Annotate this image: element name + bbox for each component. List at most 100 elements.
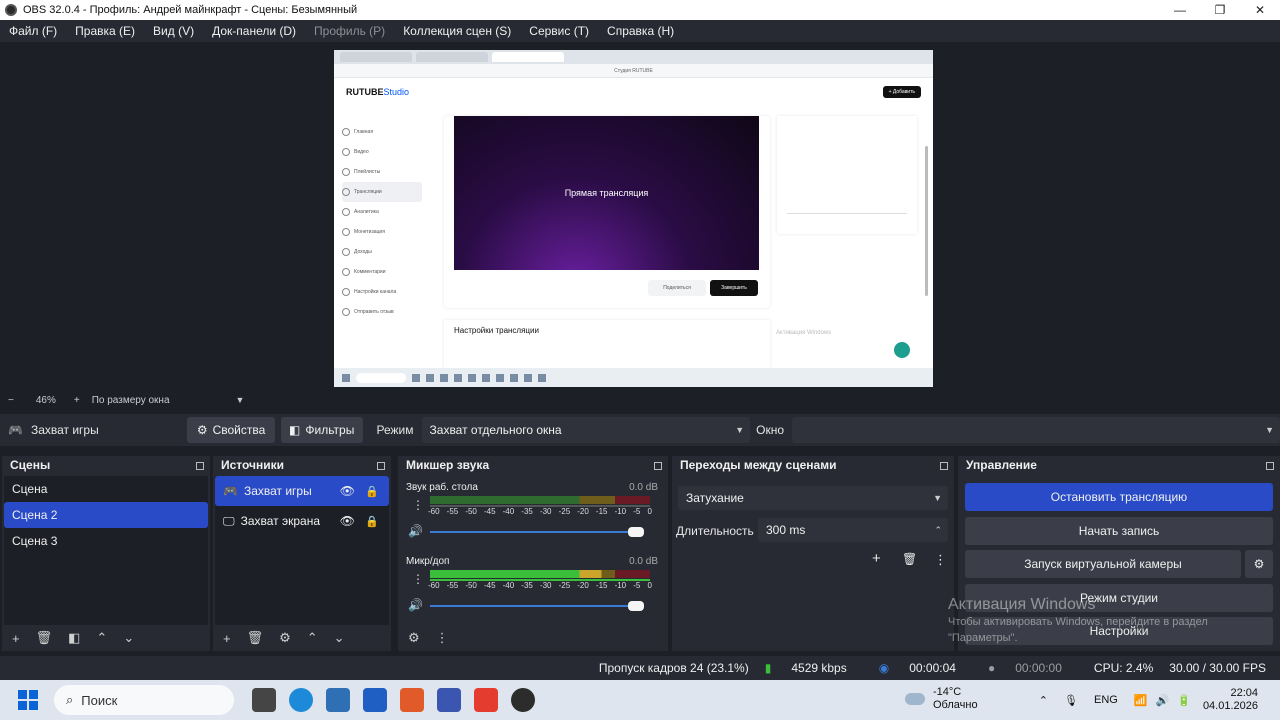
filter-icon: ◧: [289, 423, 301, 437]
zoom-dropdown-icon[interactable]: ▼: [236, 395, 245, 405]
chevron-up-icon[interactable]: ⌃: [1039, 694, 1048, 707]
stream-time: ◉ 00:00:04: [878, 661, 956, 675]
menu-help[interactable]: Справка (H): [598, 24, 683, 38]
battery-icon[interactable]: 🔋: [1177, 694, 1191, 707]
undock-icon[interactable]: [1266, 462, 1274, 470]
kebab-menu-icon[interactable]: ⋮: [934, 552, 947, 568]
speaker-icon[interactable]: 🔊: [408, 598, 423, 612]
chevron-down-icon[interactable]: ⌄: [334, 630, 345, 646]
volume-icon[interactable]: 🔊: [1156, 694, 1170, 707]
undock-icon[interactable]: [377, 462, 385, 470]
sources-title: Источники: [213, 456, 391, 474]
gear-icon[interactable]: ⚙: [279, 630, 291, 646]
language-indicator[interactable]: ENG: [1094, 694, 1118, 706]
trash-icon[interactable]: 🗑: [36, 630, 53, 646]
start-record-button[interactable]: Начать запись: [965, 517, 1273, 545]
speaker-icon[interactable]: 🔊: [408, 524, 423, 538]
wifi-icon[interactable]: 📶: [1134, 694, 1148, 707]
preview-area: Студия RUTUBE RUTUBEStudio + Добавить Гл…: [0, 42, 1280, 392]
volume-slider[interactable]: [430, 601, 644, 611]
stepper-icon[interactable]: ⌃: [934, 525, 942, 536]
filters-button[interactable]: ◧ Фильтры: [280, 417, 363, 443]
window-select[interactable]: ▼: [792, 417, 1280, 443]
kebab-menu-icon[interactable]: ⋮: [412, 572, 424, 586]
undock-icon[interactable]: [654, 462, 662, 470]
preview-sidebar-item: Комментарии: [342, 262, 422, 282]
kebab-menu-icon[interactable]: ⋮: [412, 498, 424, 512]
eye-icon[interactable]: 👁: [340, 514, 355, 528]
app-icon[interactable]: [363, 688, 387, 712]
window-title: OBS 32.0.4 - Профиль: Андрей майнкрафт -…: [23, 4, 358, 16]
scene-item[interactable]: Сцена 2: [4, 502, 208, 528]
volume-slider-handle[interactable]: [628, 601, 644, 611]
preview-help-icon: [894, 342, 910, 358]
zoom-in-button[interactable]: +: [74, 395, 80, 406]
meter-scale: -60 -55 -50 -45 -40 -35 -30 -25 -20 -15 -10 -5 0: [428, 507, 652, 516]
filter-icon[interactable]: ◧: [68, 630, 80, 646]
undock-icon[interactable]: [196, 462, 204, 470]
chevron-down-icon[interactable]: ⌄: [123, 630, 134, 646]
source-item[interactable]: 🎮 Захват игры 👁 🔒: [215, 476, 389, 506]
preview-sidebar-item: Трансляции: [342, 182, 422, 202]
properties-button[interactable]: ⚙ Свойства: [187, 417, 275, 443]
add-icon[interactable]: +: [12, 631, 20, 646]
add-icon[interactable]: +: [872, 550, 881, 567]
taskbar-search[interactable]: ⌕ Поиск: [54, 685, 234, 715]
source-item[interactable]: 🖵 Захват экрана 👁 🔒: [215, 506, 389, 536]
menu-file[interactable]: Файл (F): [0, 24, 66, 38]
add-icon[interactable]: +: [223, 631, 231, 646]
scene-item[interactable]: Сцена 3: [4, 528, 208, 554]
stop-stream-button[interactable]: Остановить трансляцию: [965, 483, 1273, 511]
store-icon[interactable]: [326, 688, 350, 712]
undock-icon[interactable]: [940, 462, 948, 470]
edge-browser-icon[interactable]: [289, 688, 313, 712]
sources-list: 🎮 Захват игры 👁 🔒 🖵 Захват экрана 👁 🔒: [215, 476, 389, 625]
chevron-up-icon[interactable]: ⌃: [307, 630, 318, 646]
duration-input[interactable]: 300 ms ⌃: [758, 518, 948, 542]
lock-icon[interactable]: 🔒: [365, 515, 379, 528]
source-item-label: Захват экрана: [240, 514, 321, 528]
menu-view[interactable]: Вид (V): [144, 24, 203, 38]
eye-icon[interactable]: 👁: [340, 484, 355, 498]
maximize-button[interactable]: ❐: [1200, 0, 1240, 20]
system-tray: ⌃ 🎙 ENG 📶 🔊 🔋 22:04 04.01.2026: [1039, 680, 1280, 720]
volume-slider[interactable]: [430, 527, 644, 537]
volume-slider-handle[interactable]: [628, 527, 644, 537]
menu-docks[interactable]: Док-панели (D): [203, 24, 305, 38]
clock-time: 22:04: [1230, 687, 1258, 699]
zoom-mode[interactable]: По размеру окна: [92, 395, 170, 406]
transition-select[interactable]: Затухание ▼: [678, 486, 948, 510]
microphone-icon[interactable]: 🎙: [1064, 694, 1078, 707]
trash-icon[interactable]: 🗑: [247, 630, 264, 646]
app-icon[interactable]: [437, 688, 461, 712]
close-button[interactable]: ✕: [1240, 0, 1280, 20]
preview-canvas[interactable]: Студия RUTUBE RUTUBEStudio + Добавить Гл…: [334, 50, 933, 387]
gear-icon[interactable]: ⚙: [408, 630, 420, 646]
yandex-browser-icon[interactable]: [474, 688, 498, 712]
virtual-camera-settings-button[interactable]: ⚙: [1245, 550, 1273, 578]
menu-tools[interactable]: Сервис (T): [520, 24, 598, 38]
mode-select[interactable]: Захват отдельного окна ▼: [421, 417, 751, 443]
windows-start-icon[interactable]: [18, 690, 38, 710]
preview-add-button: + Добавить: [882, 86, 921, 98]
virtual-camera-button[interactable]: Запуск виртуальной камеры: [965, 550, 1241, 578]
volume-meter: [430, 496, 650, 504]
obs-taskbar-icon[interactable]: [511, 688, 535, 712]
trash-icon[interactable]: 🗑: [902, 552, 917, 566]
minimize-button[interactable]: —: [1160, 0, 1200, 20]
chevron-up-icon[interactable]: ⌃: [96, 630, 107, 646]
file-explorer-icon[interactable]: [252, 688, 276, 712]
clock[interactable]: 22:04 04.01.2026: [1203, 687, 1258, 713]
lock-icon[interactable]: 🔒: [365, 485, 379, 498]
zoom-out-button[interactable]: −: [8, 395, 14, 406]
preview-chat-input: [787, 204, 907, 214]
menu-profile[interactable]: Профиль (P): [305, 24, 394, 38]
kebab-menu-icon[interactable]: ⋮: [436, 630, 449, 646]
weather-widget[interactable]: -14°C Облачно: [905, 686, 978, 712]
menu-bar: Файл (F) Правка (E) Вид (V) Док-панели (…: [0, 20, 1280, 42]
scene-item[interactable]: Сцена: [4, 476, 208, 502]
app-icon[interactable]: [400, 688, 424, 712]
preview-video-player: Прямая трансляция: [454, 116, 759, 270]
menu-scene-collection[interactable]: Коллекция сцен (S): [394, 24, 520, 38]
menu-edit[interactable]: Правка (E): [66, 24, 144, 38]
